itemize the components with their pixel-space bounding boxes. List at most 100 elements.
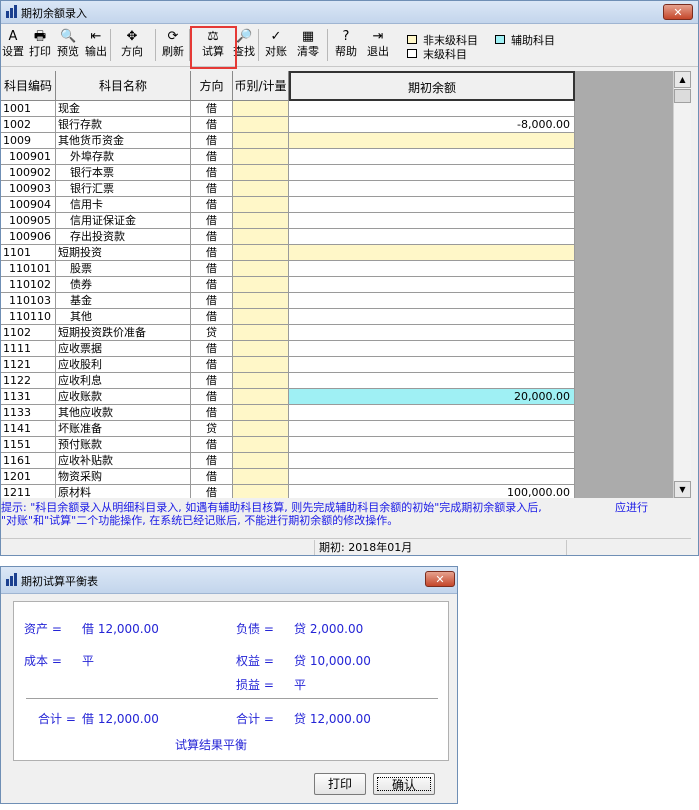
table-row[interactable]: 100903 银行汇票借 bbox=[1, 181, 673, 197]
scroll-up-icon[interactable]: ▲ bbox=[674, 71, 691, 88]
account-code[interactable]: 100906 bbox=[1, 229, 56, 245]
balance-direction[interactable]: 借 bbox=[191, 485, 233, 498]
account-name[interactable]: 短期投资跌价准备 bbox=[56, 325, 191, 341]
col-header-name[interactable]: 科目名称 bbox=[56, 71, 191, 101]
account-name[interactable]: 其他 bbox=[56, 309, 191, 325]
help-button[interactable]: ? 帮助 bbox=[331, 27, 361, 63]
opening-amount[interactable] bbox=[289, 229, 575, 245]
col-header-currency[interactable]: 币别/计量 bbox=[233, 71, 289, 101]
table-row[interactable]: 1009 其他货币资金借 bbox=[1, 133, 673, 149]
currency-cell[interactable] bbox=[233, 453, 289, 469]
balance-direction[interactable]: 借 bbox=[191, 293, 233, 309]
opening-amount[interactable] bbox=[289, 261, 575, 277]
reconcile-button[interactable]: ✓ 对账 bbox=[261, 27, 291, 63]
table-row[interactable]: 110103 基金借 bbox=[1, 293, 673, 309]
currency-cell[interactable] bbox=[233, 485, 289, 498]
table-row[interactable]: 1101 短期投资借 bbox=[1, 245, 673, 261]
account-name[interactable]: 存出投资款 bbox=[56, 229, 191, 245]
account-name[interactable]: 银行存款 bbox=[56, 117, 191, 133]
opening-amount[interactable] bbox=[289, 293, 575, 309]
balance-direction[interactable]: 借 bbox=[191, 165, 233, 181]
account-name[interactable]: 现金 bbox=[56, 101, 191, 117]
account-name[interactable]: 信用证保证金 bbox=[56, 213, 191, 229]
account-name[interactable]: 银行本票 bbox=[56, 165, 191, 181]
account-code[interactable]: 100905 bbox=[1, 213, 56, 229]
currency-cell[interactable] bbox=[233, 101, 289, 117]
balance-direction[interactable]: 贷 bbox=[191, 421, 233, 437]
table-row[interactable]: 100902 银行本票借 bbox=[1, 165, 673, 181]
balance-direction[interactable]: 借 bbox=[191, 181, 233, 197]
currency-cell[interactable] bbox=[233, 277, 289, 293]
currency-cell[interactable] bbox=[233, 469, 289, 485]
opening-amount[interactable] bbox=[289, 373, 575, 389]
table-row[interactable]: 1151 预付账款借 bbox=[1, 437, 673, 453]
preview-button[interactable]: 🔍 预览 bbox=[55, 27, 81, 63]
print-button[interactable]: 🖶 打印 bbox=[28, 27, 52, 63]
balance-direction[interactable]: 借 bbox=[191, 437, 233, 453]
opening-amount[interactable] bbox=[289, 133, 575, 149]
balance-direction[interactable]: 借 bbox=[191, 229, 233, 245]
currency-cell[interactable] bbox=[233, 309, 289, 325]
account-name[interactable]: 物资采购 bbox=[56, 469, 191, 485]
balance-direction[interactable]: 借 bbox=[191, 197, 233, 213]
table-row[interactable]: 1121 应收股利借 bbox=[1, 357, 673, 373]
opening-amount[interactable] bbox=[289, 325, 575, 341]
opening-amount[interactable] bbox=[289, 197, 575, 213]
opening-amount[interactable] bbox=[289, 245, 575, 261]
table-row[interactable]: 110102 债券借 bbox=[1, 277, 673, 293]
balance-direction[interactable]: 借 bbox=[191, 357, 233, 373]
opening-amount[interactable] bbox=[289, 213, 575, 229]
account-code[interactable]: 1122 bbox=[1, 373, 56, 389]
account-code[interactable]: 1001 bbox=[1, 101, 56, 117]
account-code[interactable]: 110102 bbox=[1, 277, 56, 293]
account-code[interactable]: 1141 bbox=[1, 421, 56, 437]
table-row[interactable]: 1141 坏账准备贷 bbox=[1, 421, 673, 437]
currency-cell[interactable] bbox=[233, 261, 289, 277]
account-name[interactable]: 其他货币资金 bbox=[56, 133, 191, 149]
clear-button[interactable]: ▦ 清零 bbox=[293, 27, 323, 63]
account-name[interactable]: 应收账款 bbox=[56, 389, 191, 405]
account-code[interactable]: 1009 bbox=[1, 133, 56, 149]
currency-cell[interactable] bbox=[233, 341, 289, 357]
opening-amount[interactable] bbox=[289, 469, 575, 485]
opening-amount[interactable] bbox=[289, 101, 575, 117]
currency-cell[interactable] bbox=[233, 197, 289, 213]
currency-cell[interactable] bbox=[233, 181, 289, 197]
opening-amount[interactable] bbox=[289, 341, 575, 357]
balance-direction[interactable]: 借 bbox=[191, 213, 233, 229]
title-bar[interactable]: 期初余额录入 ✕ bbox=[1, 1, 698, 24]
ok-button[interactable]: 确认 bbox=[373, 773, 435, 795]
scroll-thumb[interactable] bbox=[674, 89, 691, 103]
opening-amount[interactable] bbox=[289, 421, 575, 437]
balance-direction[interactable]: 借 bbox=[191, 261, 233, 277]
balance-direction[interactable]: 借 bbox=[191, 133, 233, 149]
opening-amount[interactable] bbox=[289, 149, 575, 165]
balance-direction[interactable]: 借 bbox=[191, 453, 233, 469]
exit-button[interactable]: ⇥ 退出 bbox=[364, 27, 392, 63]
balance-direction[interactable]: 借 bbox=[191, 245, 233, 261]
refresh-button[interactable]: ⟳ 刷新 bbox=[159, 27, 187, 63]
currency-cell[interactable] bbox=[233, 357, 289, 373]
table-row[interactable]: 1122 应收利息借 bbox=[1, 373, 673, 389]
table-row[interactable]: 110110 其他借 bbox=[1, 309, 673, 325]
account-code[interactable]: 100903 bbox=[1, 181, 56, 197]
currency-cell[interactable] bbox=[233, 165, 289, 181]
table-row[interactable]: 1161 应收补贴款借 bbox=[1, 453, 673, 469]
account-code[interactable]: 1002 bbox=[1, 117, 56, 133]
table-row[interactable]: 1201 物资采购借 bbox=[1, 469, 673, 485]
opening-amount[interactable] bbox=[289, 357, 575, 373]
opening-amount[interactable] bbox=[289, 309, 575, 325]
account-code[interactable]: 1201 bbox=[1, 469, 56, 485]
table-row[interactable]: 1133 其他应收款借 bbox=[1, 405, 673, 421]
account-name[interactable]: 外埠存款 bbox=[56, 149, 191, 165]
account-name[interactable]: 债券 bbox=[56, 277, 191, 293]
export-button[interactable]: ⇤ 输出 bbox=[83, 27, 109, 63]
currency-cell[interactable] bbox=[233, 117, 289, 133]
account-code[interactable]: 100904 bbox=[1, 197, 56, 213]
col-header-amount[interactable]: 期初余额 bbox=[289, 71, 575, 101]
balance-direction[interactable]: 借 bbox=[191, 373, 233, 389]
currency-cell[interactable] bbox=[233, 213, 289, 229]
table-row[interactable]: 1211 原材料借 100,000.00 bbox=[1, 485, 673, 498]
account-code[interactable]: 1151 bbox=[1, 437, 56, 453]
opening-amount[interactable] bbox=[289, 437, 575, 453]
